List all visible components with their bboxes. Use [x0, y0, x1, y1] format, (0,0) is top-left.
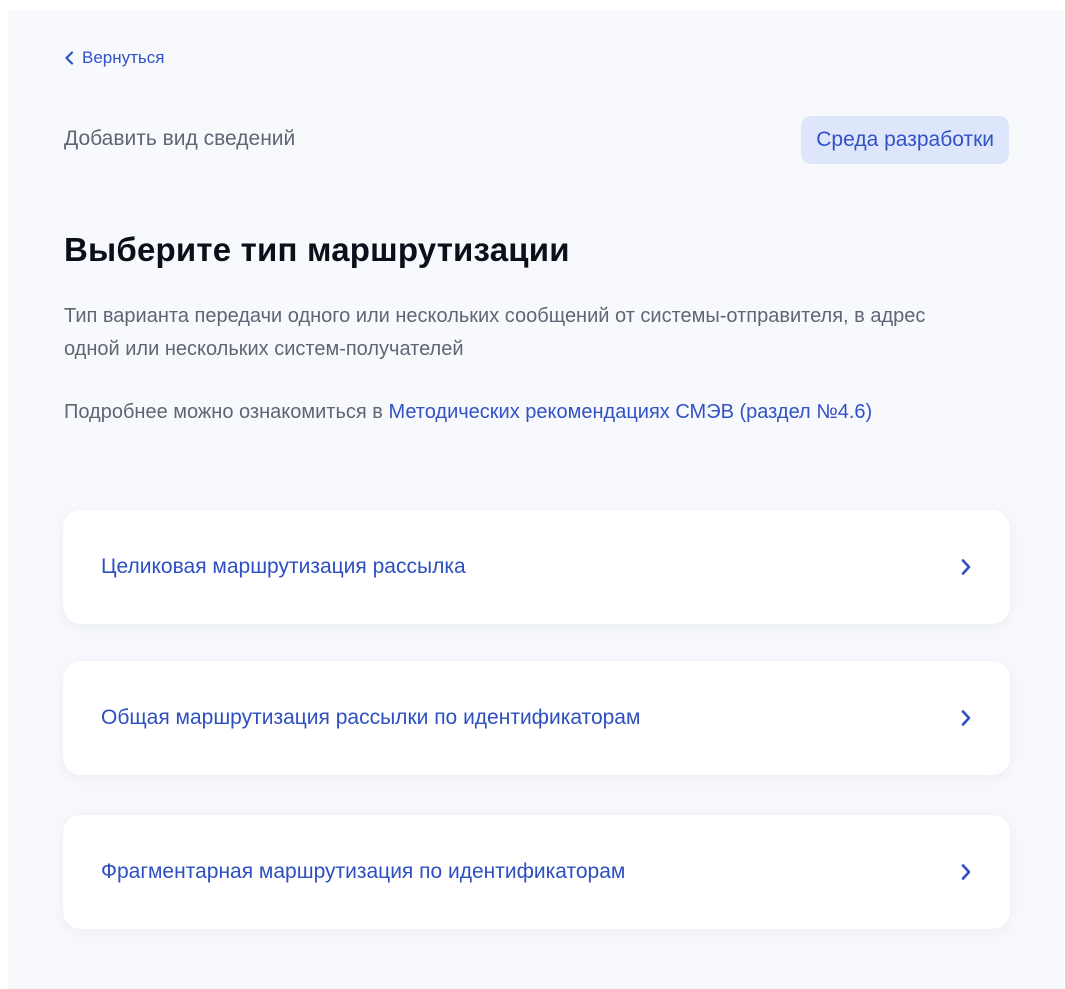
back-link-label: Вернуться — [82, 48, 165, 67]
page-title: Выберите тип маршрутизации — [64, 231, 570, 268]
environment-badge: Среда разработки — [801, 116, 1009, 164]
back-link[interactable]: Вернуться — [64, 48, 165, 68]
page-subtitle: Добавить вид сведений — [64, 127, 296, 150]
more-info-text: Подробнее можно ознакомиться в Методичес… — [64, 396, 984, 429]
routing-option-whole[interactable]: Целиковая маршрутизация рассылка — [63, 510, 1010, 624]
more-info-prefix: Подробнее можно ознакомиться в — [64, 401, 389, 423]
page-description: Тип варианта передачи одного или несколь… — [64, 305, 926, 360]
routing-option-label: Общая маршрутизация рассылки по идентифи… — [101, 706, 641, 729]
chevron-right-icon — [961, 710, 971, 726]
chevron-right-icon — [961, 864, 971, 880]
routing-option-label: Фрагментарная маршрутизация по идентифик… — [101, 860, 626, 883]
routing-option-fragmentary[interactable]: Фрагментарная маршрутизация по идентифик… — [63, 815, 1010, 929]
chevron-left-icon — [65, 51, 74, 65]
guidelines-link[interactable]: Методических рекомендациях СМЭВ (раздел … — [388, 401, 872, 423]
chevron-right-icon — [961, 559, 971, 575]
page-container: Вернуться Добавить вид сведений Среда ра… — [8, 10, 1064, 989]
routing-option-general[interactable]: Общая маршрутизация рассылки по идентифи… — [63, 661, 1010, 775]
routing-option-label: Целиковая маршрутизация рассылка — [101, 555, 466, 578]
